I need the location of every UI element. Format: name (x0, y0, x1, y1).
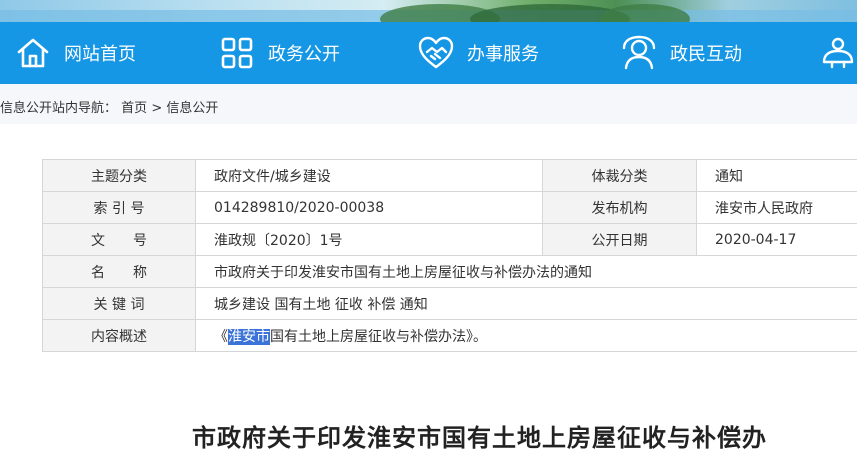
chat-person-icon (620, 34, 658, 72)
header-banner (0, 0, 857, 22)
breadcrumb-current-link[interactable]: 信息公开 (166, 97, 218, 116)
nav-item-home[interactable]: 网站首页 (14, 22, 136, 84)
handshake-heart-icon (417, 34, 455, 72)
breadcrumb-prefix: 信息公开站内导航： (0, 101, 118, 116)
summary-suffix: 国有土地上房屋征收与补偿办法》。 (270, 328, 487, 345)
home-icon (14, 34, 52, 72)
document-meta-table: 主题分类 政府文件/城乡建设 体裁分类 通知 索 引 号 014289810/2… (42, 159, 857, 352)
index-label: 索 引 号 (42, 191, 196, 224)
table-row: 文 号 淮政规〔2020〕1号 公开日期 2020-04-17 (42, 223, 857, 256)
grid-icon (218, 34, 256, 72)
genre-label: 体裁分类 (542, 159, 697, 192)
theme-label: 主题分类 (42, 159, 196, 192)
genre-value: 通知 (696, 159, 857, 192)
table-row: 索 引 号 014289810/2020-00038 发布机构 淮安市人民政府 (42, 191, 857, 224)
banner-hill (600, 4, 690, 22)
name-label: 名 称 (42, 255, 196, 288)
docno-value: 淮政规〔2020〕1号 (195, 223, 543, 256)
name-value: 市政府关于印发淮安市国有土地上房屋征收与补偿办法的通知 (195, 255, 857, 288)
keywords-value: 城乡建设 国有土地 征收 补偿 通知 (195, 287, 857, 320)
breadcrumb-separator: > (151, 101, 163, 116)
table-row: 主题分类 政府文件/城乡建设 体裁分类 通知 (42, 159, 857, 192)
nav-item-label: 政民互动 (670, 44, 742, 65)
theme-value: 政府文件/城乡建设 (195, 159, 543, 192)
summary-prefix: 《 (214, 328, 228, 345)
date-label: 公开日期 (542, 223, 697, 256)
breadcrumb-home-link[interactable]: 首页 (121, 97, 147, 116)
document-title: 市政府关于印发淮安市国有土地上房屋征收与补偿办 (192, 423, 767, 452)
nav-item-interaction[interactable]: 政民互动 (620, 22, 742, 84)
publisher-value: 淮安市人民政府 (696, 191, 857, 224)
nav-item-label: 办事服务 (467, 44, 539, 65)
docno-label: 文 号 (42, 223, 196, 256)
keywords-label: 关 键 词 (42, 287, 196, 320)
summary-value: 《淮安市国有土地上房屋征收与补偿办法》。 (195, 319, 857, 352)
service-icon (819, 34, 857, 72)
nav-item-label: 网站首页 (64, 44, 136, 65)
date-value: 2020-04-17 (696, 223, 857, 256)
table-row: 内容概述 《淮安市国有土地上房屋征收与补偿办法》。 (42, 319, 857, 352)
summary-label: 内容概述 (42, 319, 196, 352)
breadcrumb: 信息公开站内导航： 首页 > 信息公开 (0, 84, 857, 124)
publisher-label: 发布机构 (542, 191, 697, 224)
nav-item-gov-affairs[interactable]: 政务公开 (218, 22, 340, 84)
main-nav: 网站首页 政务公开 办事服务 政民互动 (0, 22, 857, 84)
nav-item-label: 政务公开 (268, 44, 340, 65)
table-row: 关 键 词 城乡建设 国有土地 征收 补偿 通知 (42, 287, 857, 320)
table-row: 名 称 市政府关于印发淮安市国有土地上房屋征收与补偿办法的通知 (42, 255, 857, 288)
selected-text[interactable]: 淮安市 (228, 328, 270, 345)
nav-item-services[interactable]: 办事服务 (417, 22, 539, 84)
nav-item-more[interactable] (819, 22, 857, 84)
index-value: 014289810/2020-00038 (195, 191, 543, 224)
